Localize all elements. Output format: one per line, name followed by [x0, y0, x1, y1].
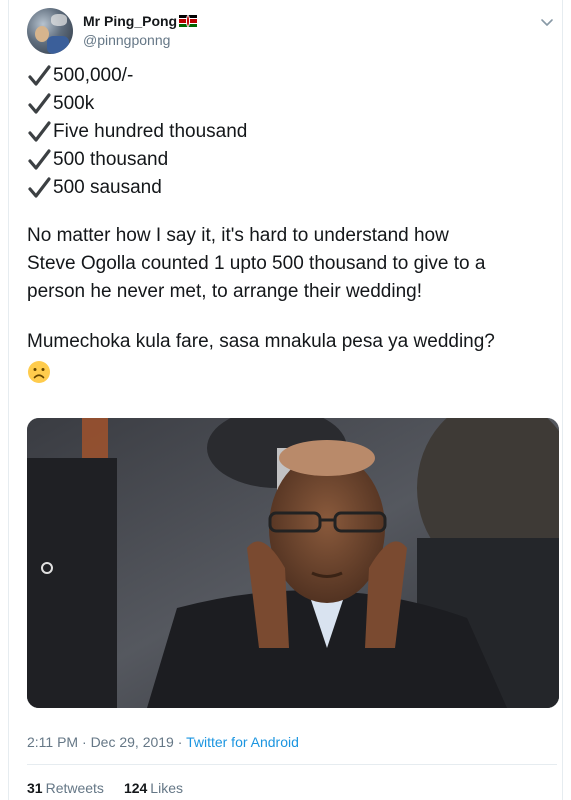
- paragraph-line: Mumechoka kula fare, sasa mnakula pesa y…: [27, 331, 495, 352]
- tweet-paragraph: Mumechoka kula fare, sasa mnakula pesa y…: [27, 328, 557, 393]
- retweets-stat[interactable]: 31 Retweets: [27, 780, 104, 796]
- tweet-photo[interactable]: [27, 418, 559, 708]
- checklist-item: 500 sausand: [27, 174, 557, 202]
- paragraph-line: person he never met, to arrange their we…: [27, 281, 423, 302]
- check-mark-icon: [28, 177, 51, 198]
- tweet-card: Mr Ping_Pong @pinngponng 500,000/- 500k …: [8, 0, 563, 800]
- check-mark-icon: [28, 93, 51, 114]
- tweet-text: 500,000/- 500k Five hundred thousand 500…: [27, 62, 557, 393]
- tweet-time[interactable]: 2:11 PM: [27, 734, 78, 750]
- kenya-flag-icon: [179, 15, 198, 27]
- tweet-date[interactable]: Dec 29, 2019: [91, 734, 174, 750]
- name-row: Mr Ping_Pong: [83, 13, 198, 29]
- likes-stat[interactable]: 124 Likes: [124, 780, 183, 796]
- tweet-source-link[interactable]: Twitter for Android: [186, 734, 299, 750]
- check-mark-icon: [28, 149, 51, 170]
- chevron-down-icon[interactable]: [537, 12, 557, 32]
- retweets-label: Retweets: [45, 780, 104, 796]
- checklist-item: 500k: [27, 90, 557, 118]
- likes-label: Likes: [150, 780, 183, 796]
- user-handle[interactable]: @pinngponng: [83, 32, 170, 48]
- avatar[interactable]: [27, 8, 73, 54]
- divider: [27, 764, 557, 765]
- paragraph-line: Steve Ogolla counted 1 upto 500 thousand…: [27, 253, 486, 274]
- check-mark-icon: [28, 65, 51, 86]
- checklist-item: Five hundred thousand: [27, 118, 557, 146]
- retweets-count: 31: [27, 780, 43, 796]
- frowning-face-icon: [28, 361, 50, 383]
- display-name[interactable]: Mr Ping_Pong: [83, 13, 177, 29]
- likes-count: 124: [123, 780, 148, 796]
- photo-illustration: [27, 418, 559, 708]
- tweet-timestamp: 2:11 PM · Dec 29, 2019 · Twitter for And…: [27, 734, 299, 750]
- checklist-item: 500 thousand: [27, 146, 557, 174]
- tweet-header: Mr Ping_Pong @pinngponng: [27, 8, 557, 58]
- checklist-item: 500,000/-: [27, 62, 557, 90]
- paragraph-line: No matter how I say it, it's hard to und…: [27, 225, 449, 246]
- check-mark-icon: [28, 121, 51, 142]
- tweet-stats: 31 Retweets 124 Likes: [27, 780, 203, 796]
- tweet-paragraph: No matter how I say it, it's hard to und…: [27, 222, 557, 306]
